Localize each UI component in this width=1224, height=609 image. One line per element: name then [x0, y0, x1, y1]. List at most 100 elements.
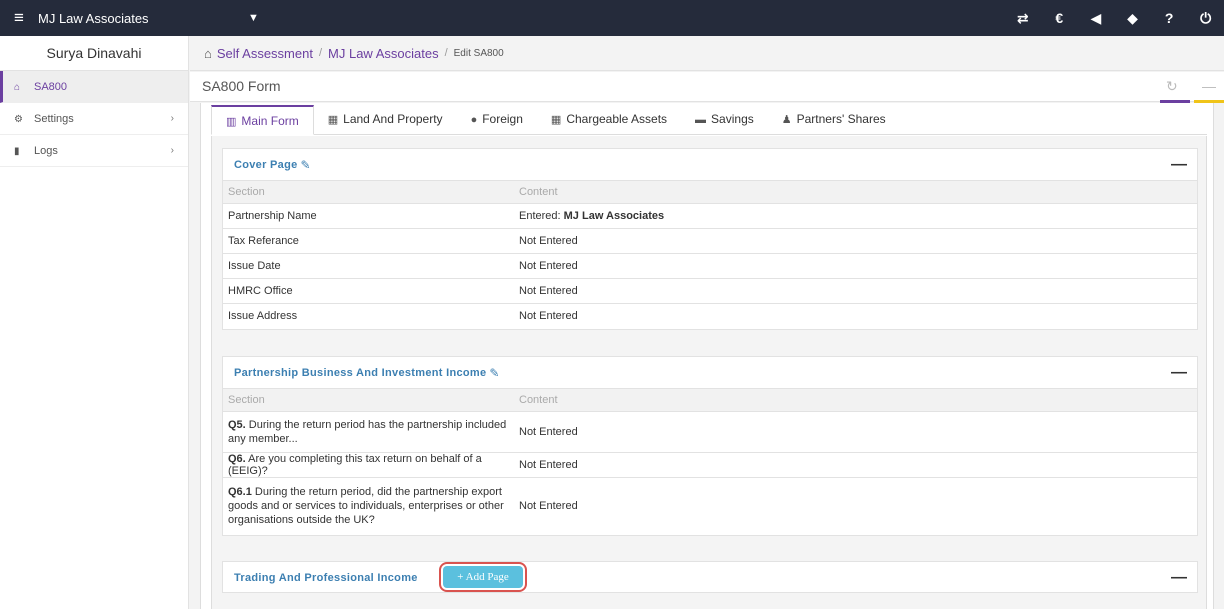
breadcrumb-company[interactable]: MJ Law Associates: [328, 46, 439, 61]
breadcrumb-separator: /: [444, 47, 448, 59]
building-icon: ▦: [550, 114, 562, 126]
help-icon[interactable]: ?: [1151, 10, 1188, 26]
question-text: Are you completing this tax return on be…: [228, 453, 482, 477]
tab-label: Partners' Shares: [796, 112, 886, 126]
section-cell: Q5. During the return period has the par…: [223, 411, 514, 453]
tab-main-form[interactable]: ▥ Main Form: [211, 105, 314, 135]
table-header-row: Section Content: [223, 180, 1197, 204]
globe-icon: ●: [470, 114, 478, 126]
card-title: Trading And Professional Income: [234, 571, 418, 584]
collapse-icon[interactable]: —: [1171, 364, 1187, 382]
top-actions: ⇄ € ◀ ◆ ? ⏻: [1004, 0, 1224, 36]
content-cell: Not Entered: [514, 452, 1197, 478]
chevron-right-icon: ›: [170, 145, 174, 156]
section-cell: Q6. Are you completing this tax return o…: [223, 452, 514, 478]
content-cell: Not Entered: [514, 278, 1197, 304]
collapse-icon[interactable]: —: [1171, 569, 1187, 587]
ticket-icon[interactable]: ◆: [1114, 10, 1151, 27]
breadcrumb: ⌂ Self Assessment / MJ Law Associates / …: [190, 36, 1224, 71]
content-cell: Not Entered: [514, 228, 1197, 254]
sidebar-item-label: SA800: [34, 81, 68, 93]
form-tabs: ▥ Main Form ▦ Land And Property ● Foreign ▦…: [211, 105, 1207, 135]
company-name: MJ Law Associates: [38, 10, 149, 26]
form-panel: ▥ Main Form ▦ Land And Property ● Foreign ▦…: [200, 103, 1214, 609]
top-navbar: ≡ MJ Law Associates ▼ ⇄ € ◀ ◆ ? ⏻: [0, 0, 1224, 36]
users-icon: ♟: [781, 114, 792, 126]
card-header: Partnership Business And Investment Inco…: [223, 357, 1197, 388]
table-header-row: Section Content: [223, 388, 1197, 412]
tab-partners-shares[interactable]: ♟ Partners' Shares: [768, 105, 900, 135]
cover-table: Section Content Partnership Name Entered…: [223, 180, 1197, 329]
sidebar-item-label: Logs: [34, 145, 58, 157]
table-row: Q6. Are you completing this tax return o…: [223, 452, 1197, 478]
collapse-icon[interactable]: —: [1171, 156, 1187, 174]
question-number: Q6.: [228, 453, 246, 465]
sidebar-item-sa800[interactable]: ⌂ SA800: [0, 71, 188, 103]
card-header: Cover Page ✎ —: [223, 149, 1197, 180]
card-title: Cover Page: [234, 158, 298, 171]
tab-label: Foreign: [482, 112, 523, 126]
column-header: Content: [514, 180, 1197, 204]
sidebar-item-logs[interactable]: ▮ Logs ›: [0, 135, 188, 167]
section-cell: Partnership Name: [223, 203, 514, 229]
tab-label: Chargeable Assets: [566, 112, 668, 126]
tab-content: Cover Page ✎ — Section Content Partnersh…: [211, 136, 1207, 609]
briefcase-icon: ▬: [695, 114, 707, 126]
tab-label: Savings: [711, 112, 754, 126]
entered-value: MJ Law Associates: [563, 210, 665, 222]
add-page-button[interactable]: + Add Page: [443, 566, 523, 588]
business-income-card: Partnership Business And Investment Inco…: [222, 356, 1198, 536]
content-cell: Not Entered: [514, 303, 1197, 329]
tab-chargeable-assets[interactable]: ▦ Chargeable Assets: [537, 105, 681, 135]
chevron-right-icon: ›: [170, 113, 174, 124]
section-cell: Q6.1 During the return period, did the p…: [223, 477, 514, 535]
column-header: Section: [223, 180, 514, 204]
megaphone-icon[interactable]: ◀: [1078, 10, 1115, 27]
section-cell: Issue Date: [223, 253, 514, 279]
power-icon[interactable]: ⏻: [1187, 10, 1224, 27]
home-icon: ⌂: [14, 82, 21, 93]
breadcrumb-self-assessment[interactable]: Self Assessment: [217, 46, 313, 61]
tab-label: Main Form: [241, 114, 299, 128]
table-row: Q5. During the return period has the par…: [223, 411, 1197, 453]
page-header: SA800 Form ↻ —: [190, 72, 1224, 103]
sidebar-item-label: Settings: [34, 113, 74, 125]
cover-page-card: Cover Page ✎ — Section Content Partnersh…: [222, 148, 1198, 330]
minimize-icon[interactable]: —: [1202, 78, 1216, 94]
transfer-icon[interactable]: ⇄: [1004, 10, 1041, 27]
bar-chart-icon: ▥: [226, 116, 237, 128]
hamburger-icon[interactable]: ≡: [0, 0, 38, 36]
edit-icon[interactable]: ✎: [301, 158, 311, 172]
column-header: Content: [514, 388, 1197, 412]
section-cell: Issue Address: [223, 303, 514, 329]
breadcrumb-separator: /: [318, 47, 323, 59]
content-cell: Not Entered: [514, 411, 1197, 453]
breadcrumb-current: Edit SA800: [453, 47, 504, 59]
file-icon: ▮: [14, 146, 20, 157]
content-cell: Entered: MJ Law Associates: [514, 203, 1197, 229]
tab-label: Land And Property: [343, 112, 443, 126]
page-title: SA800 Form: [202, 78, 281, 94]
question-number: Q6.1: [228, 486, 252, 499]
gear-icon: ⚙: [14, 114, 23, 125]
user-name: Surya Dinavahi: [0, 36, 188, 71]
tab-land-and-property[interactable]: ▦ Land And Property: [314, 105, 457, 135]
sidebar-item-settings[interactable]: ⚙ Settings ›: [0, 103, 188, 135]
home-icon[interactable]: ⌂: [204, 46, 212, 61]
tab-foreign[interactable]: ● Foreign: [457, 105, 537, 135]
tab-savings[interactable]: ▬ Savings: [681, 105, 768, 135]
currency-icon[interactable]: €: [1041, 10, 1078, 26]
refresh-icon[interactable]: ↻: [1166, 78, 1178, 95]
entered-label: Entered:: [519, 210, 564, 222]
content-cell: Not Entered: [514, 477, 1197, 535]
table-row: Q6.1 During the return period, did the p…: [223, 477, 1197, 535]
chevron-down-icon[interactable]: ▼: [248, 12, 259, 24]
section-cell: Tax Referance: [223, 228, 514, 254]
content-cell: Not Entered: [514, 253, 1197, 279]
table-row: HMRC Office Not Entered: [223, 278, 1197, 304]
card-header: Trading And Professional Income + Add Pa…: [223, 562, 1197, 593]
column-header: Section: [223, 388, 514, 412]
question-text: During the return period has the partner…: [228, 419, 507, 445]
sidebar: Surya Dinavahi ⌂ SA800 ⚙ Settings › ▮ Logs …: [0, 36, 189, 609]
edit-icon[interactable]: ✎: [489, 366, 499, 380]
